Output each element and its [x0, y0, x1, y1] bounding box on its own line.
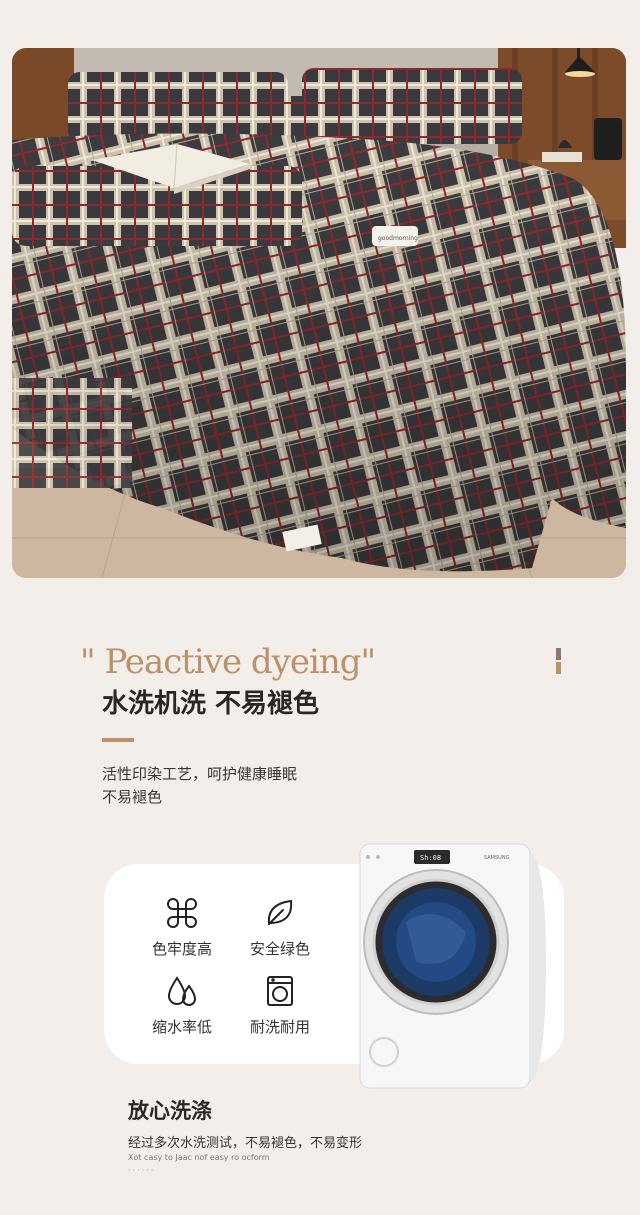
section-heading-cn: 水洗机洗 不易褪色 [102, 689, 320, 719]
care-description: 经过多次水洗测试，不易褪色，不易变形 [128, 1136, 363, 1151]
section-description: 活性印染工艺，呵护健康睡眠 不易褪色 [102, 763, 402, 809]
description-line: 不易褪色 [102, 788, 163, 806]
feature-low-shrink: 缩水率低 [132, 974, 232, 1037]
accent-divider [102, 738, 134, 742]
feature-durable: 耐洗耐用 [230, 974, 330, 1037]
mug-text: goodmorning [378, 235, 418, 242]
description-line: 活性印染工艺，呵护健康睡眠 [102, 765, 298, 783]
side-marker-decoration [556, 648, 561, 674]
section-heading-en: " Peactive dyeing" [80, 642, 376, 682]
washer-brand: SAMSUNG [484, 855, 510, 861]
product-detail-page: goodmorning " Peactive dyeing" 水洗机洗 不易褪色… [0, 0, 640, 1215]
feature-label: 色牢度高 [151, 940, 212, 958]
leaf-icon [267, 899, 293, 925]
colorfast-icon [167, 898, 197, 928]
dots-decoration: ······ [128, 1166, 156, 1175]
feature-green: 安全绿色 [230, 896, 330, 959]
washing-machine-icon [267, 976, 293, 1006]
care-description-en: Xot casy to Jaac nof easy ro ocform [128, 1153, 270, 1162]
washer-display: Sh:08 [420, 854, 441, 862]
feature-label: 耐洗耐用 [249, 1018, 310, 1036]
feature-label: 缩水率低 [151, 1018, 212, 1036]
hero-bedding-photo: goodmorning [12, 48, 626, 578]
feature-colorfast: 色牢度高 [132, 896, 232, 959]
care-title: 放心洗涤 [128, 1099, 212, 1123]
washing-machine-image: Sh:08 SAMSUNG [356, 842, 548, 1090]
water-drop-icon [167, 976, 197, 1006]
feature-label: 安全绿色 [249, 940, 310, 958]
